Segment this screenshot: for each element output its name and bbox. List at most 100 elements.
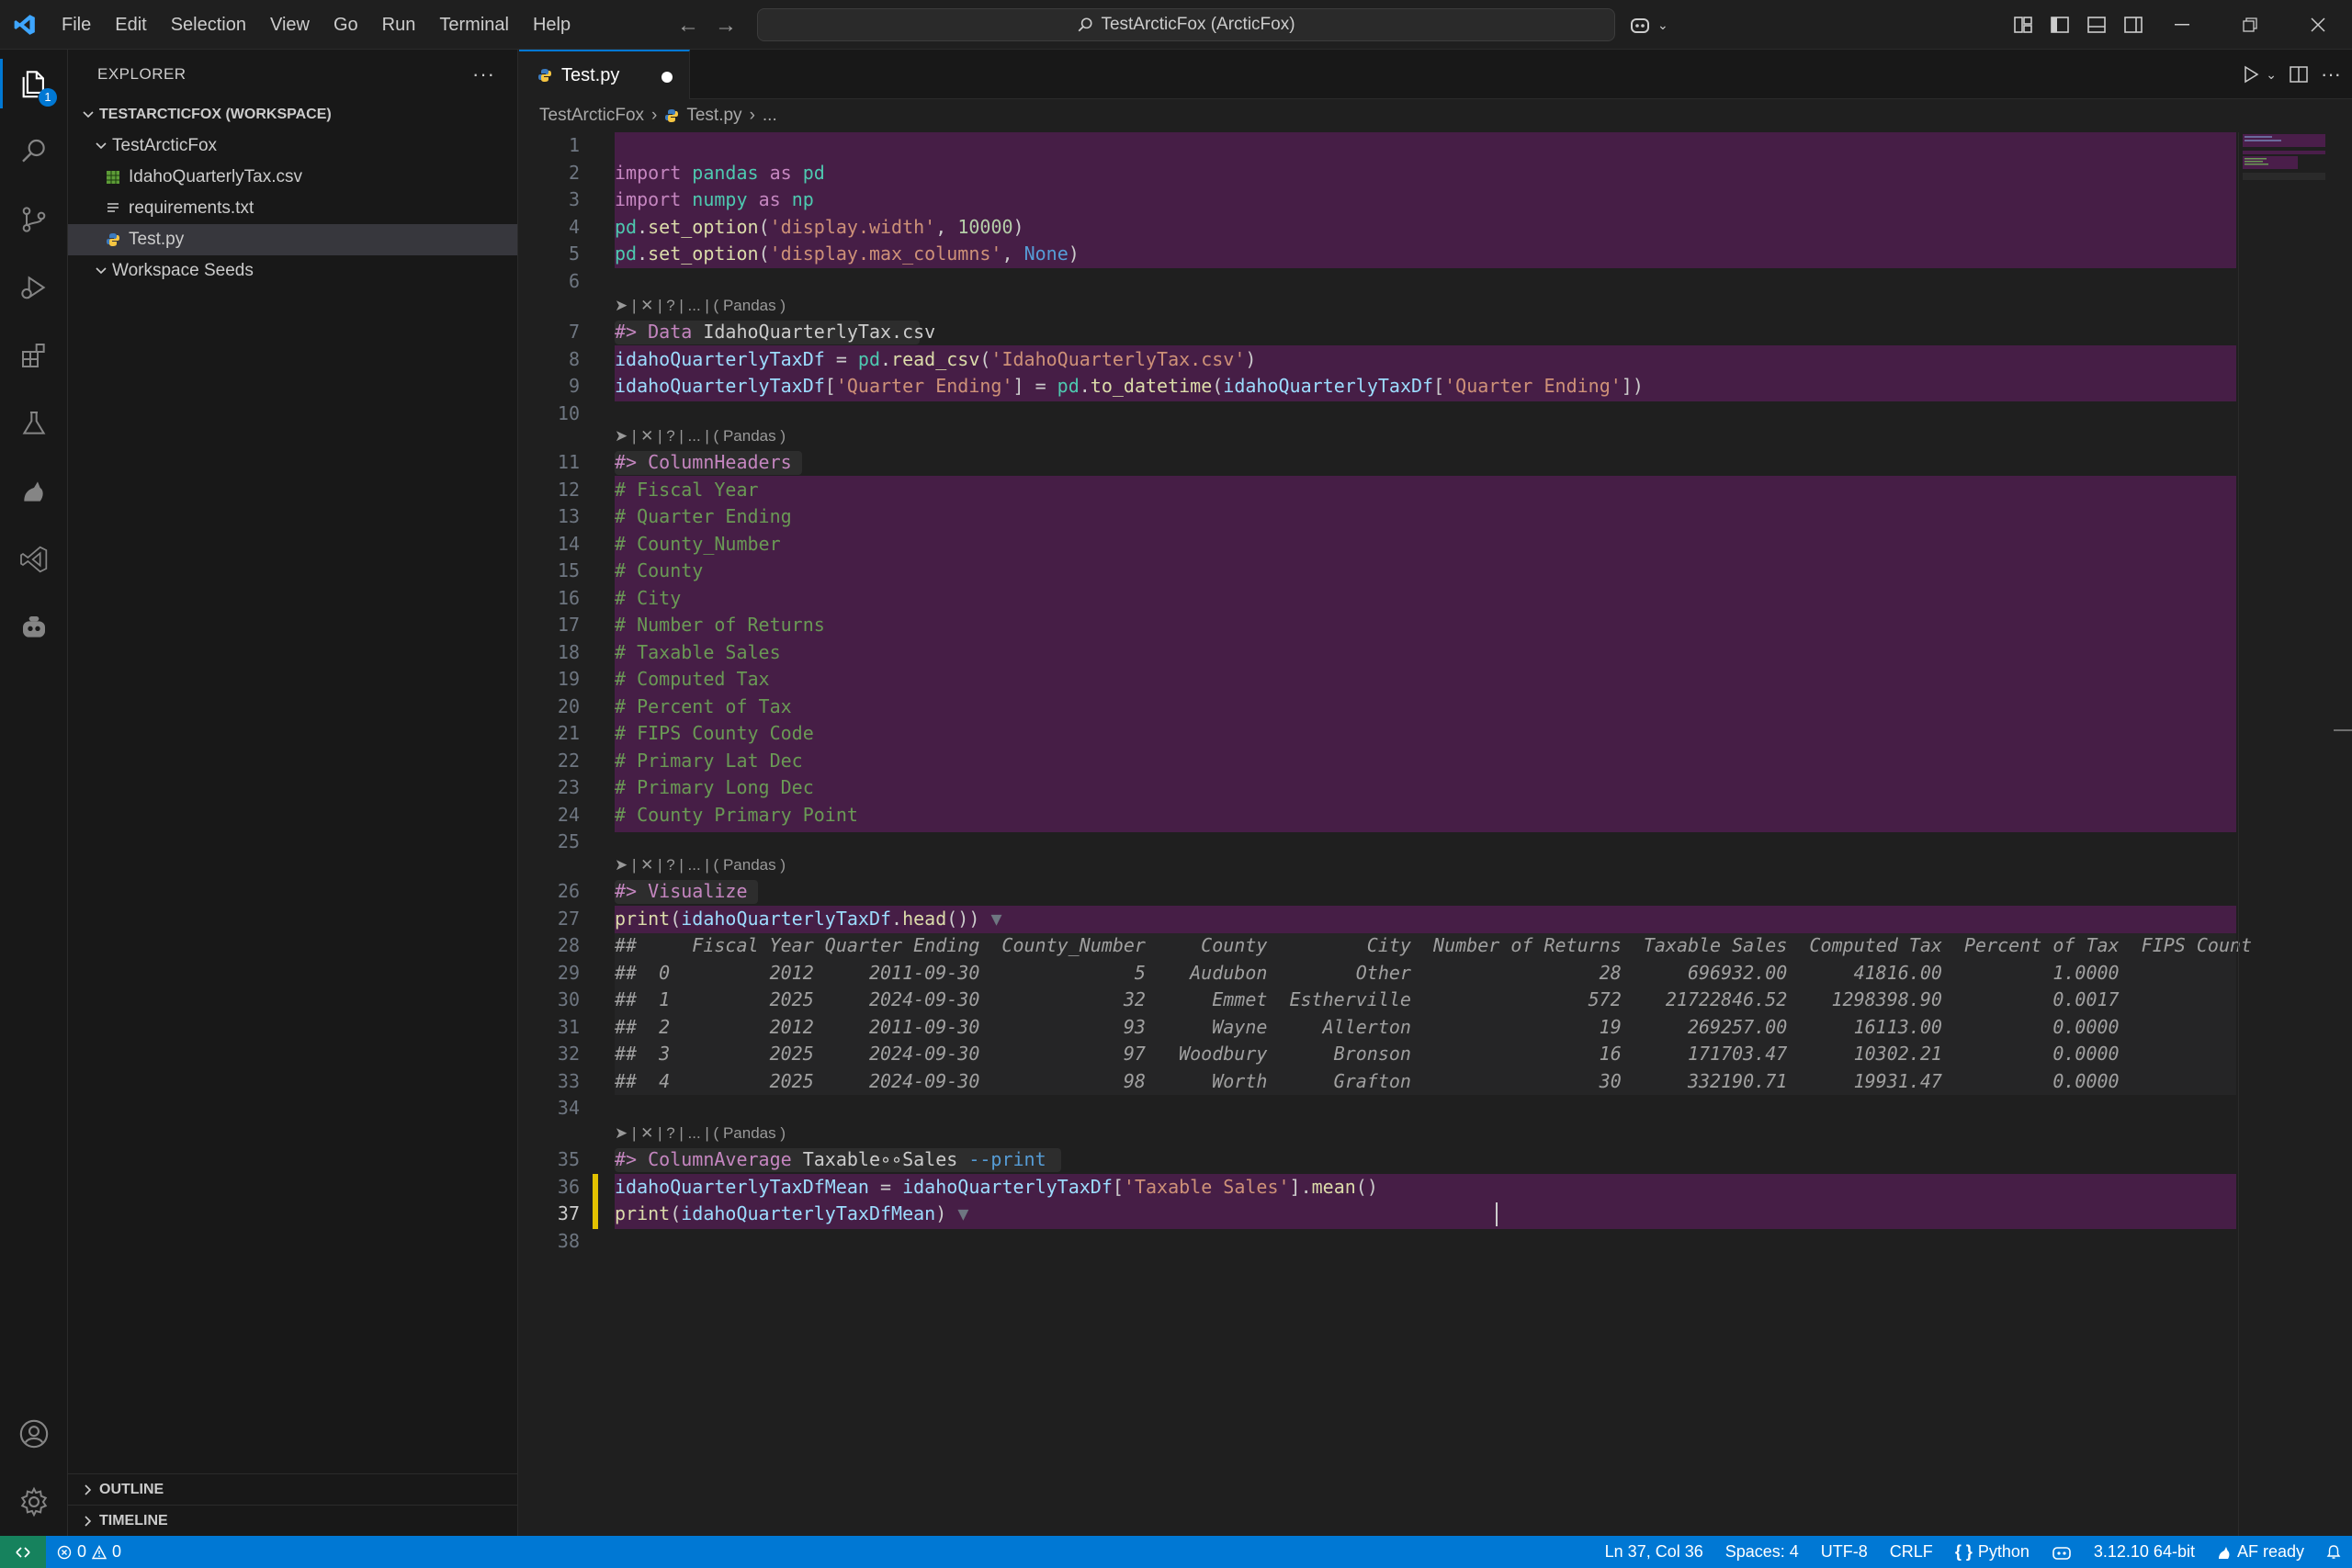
file-idahoquarterlytax-csv[interactable]: IdahoQuarterlyTax.csv [68,162,517,193]
sidebar-title: EXPLORER [97,65,187,83]
extensions-icon[interactable] [0,321,68,389]
folder-testarcticfox[interactable]: TestArcticFox [68,130,517,162]
tab-test-py[interactable]: Test.py [519,50,690,99]
remote-indicator-icon[interactable] [0,1536,46,1568]
cursor-position[interactable]: Ln 37, Col 36 [1594,1542,1714,1562]
breadcrumb-file[interactable]: Test.py [686,106,741,126]
code-line: idahoQuarterlyTaxDf['Quarter Ending'] = … [615,375,1644,397]
output-row: ## 1 2025 2024-09-30 32 Emmet Esthervill… [615,988,2120,1010]
close-window-icon[interactable] [2284,0,2352,50]
breadcrumb-root[interactable]: TestArcticFox [539,106,644,126]
chevron-right-icon [77,1515,99,1528]
chevron-down-icon[interactable]: ⌄ [2266,67,2277,83]
menu-run[interactable]: Run [370,0,428,50]
file-test-py[interactable]: Test.py [68,224,517,255]
restore-icon[interactable] [2216,0,2284,50]
copilot-chat-icon[interactable] [0,593,68,661]
run-debug-icon[interactable] [0,254,68,321]
customize-layout-icon[interactable] [2005,0,2041,50]
arcticfox-status[interactable]: AF ready [2206,1542,2315,1562]
menu-go[interactable]: Go [322,0,370,50]
line-number: 4 [568,215,580,238]
toggle-panel-icon[interactable] [2078,0,2115,50]
folder-label: Workspace Seeds [112,261,254,280]
language-mode[interactable]: { } Python [1944,1542,2041,1562]
minimize-icon[interactable] [2148,0,2216,50]
split-editor-icon[interactable] [2290,65,2308,84]
line-number: 31 [557,1015,580,1038]
line-number: 7 [568,321,580,343]
file-requirements-txt[interactable]: requirements.txt [68,193,517,224]
encoding[interactable]: UTF-8 [1810,1542,1879,1562]
run-python-file-icon[interactable] [2242,65,2260,84]
code-line: idahoQuarterlyTaxDfMean = idahoQuarterly… [615,1175,1378,1198]
code-lens-cell-actions[interactable]: ➤ | ✕ | ? | ... | ( Pandas ) [615,1122,786,1145]
line-number: 28 [557,934,580,956]
warning-icon [92,1544,107,1559]
menu-selection[interactable]: Selection [159,0,258,50]
toggle-secondary-sidebar-icon[interactable] [2115,0,2152,50]
comment-line: # FIPS County Code [615,722,814,744]
testing-flask-icon[interactable] [0,389,68,457]
menu-view[interactable]: View [258,0,322,50]
copilot-icon [1631,18,1649,33]
line-number: 24 [557,803,580,826]
more-actions-icon[interactable]: ··· [2321,62,2341,86]
back-arrow-icon[interactable]: ← [670,13,707,39]
explorer-sidebar: EXPLORER ··· TESTARCTICFOX (WORKSPACE) T… [68,50,518,1536]
search-icon [1079,17,1092,32]
workspace-root[interactable]: TESTARCTICFOX (WORKSPACE) [68,99,517,130]
unsaved-dot-icon[interactable] [662,72,673,83]
notifications-bell-icon[interactable] [2315,1544,2352,1561]
chevron-down-icon: ⌄ [1657,17,1668,32]
folder-label: TestArcticFox [112,136,218,155]
menu-file[interactable]: File [50,0,103,50]
code-lens-cell-actions[interactable]: ➤ | ✕ | ? | ... | ( Pandas ) [615,294,786,318]
problems-indicator[interactable]: 0 0 [46,1542,132,1562]
line-number: 26 [557,880,580,902]
error-count: 0 [77,1542,87,1561]
menu-terminal[interactable]: Terminal [427,0,521,50]
output-row: ## 3 2025 2024-09-30 97 Woodbury Bronson… [615,1043,2120,1065]
end-of-line[interactable]: CRLF [1879,1542,1944,1562]
line-number: 21 [557,722,580,744]
minimap[interactable] [2238,132,2330,1536]
code-line: pd.set_option('display.max_columns', Non… [615,243,1080,265]
indentation[interactable]: Spaces: 4 [1714,1542,1810,1562]
timeline-section[interactable]: TIMELINE [68,1505,518,1536]
code-lens-cell-actions[interactable]: ➤ | ✕ | ? | ... | ( Pandas ) [615,853,786,877]
folder-workspace-seeds[interactable]: Workspace Seeds [68,255,517,287]
more-actions-icon[interactable]: ··· [472,62,495,86]
code-editor[interactable]: 1 2 3 4 5 6 7 8 9 10 11 12 13 14 15 16 1… [519,132,2352,1536]
line-number: 2 [568,161,580,184]
menu-help[interactable]: Help [521,0,582,50]
python-interpreter[interactable]: 3.12.10 64-bit [2083,1542,2206,1562]
accounts-icon[interactable] [0,1400,68,1468]
forward-arrow-icon[interactable]: → [707,13,744,39]
explorer-icon[interactable]: 1 [0,50,68,118]
vscode-logo-icon [0,0,50,50]
visual-studio-icon[interactable] [0,525,68,593]
editor-scrollbar[interactable] [2330,132,2352,1536]
toggle-primary-sidebar-icon[interactable] [2041,0,2078,50]
source-control-icon[interactable] [0,186,68,254]
breadcrumb-more[interactable]: ... [763,106,777,126]
chevron-right-icon: › [651,106,658,125]
copilot-status[interactable] [2041,1544,2083,1561]
line-number: 15 [557,559,580,581]
python-file-icon [665,109,679,122]
copilot-menu[interactable]: ⌄ [1630,0,1668,50]
line-number: 27 [557,907,580,930]
arcticfox-icon[interactable] [0,457,68,525]
text-cursor [1496,1202,1498,1226]
outline-section[interactable]: OUTLINE [68,1473,518,1505]
line-number: 13 [557,505,580,527]
search-icon[interactable] [0,118,68,186]
code-lens-cell-actions[interactable]: ➤ | ✕ | ? | ... | ( Pandas ) [615,424,786,448]
activity-bar: 1 [0,50,68,1536]
output-row: ## 0 2012 2011-09-30 5 Audubon Other 28 … [615,961,2120,984]
menu-edit[interactable]: Edit [103,0,158,50]
settings-gear-icon[interactable] [0,1468,68,1536]
warning-count: 0 [112,1542,122,1561]
command-center-search[interactable]: TestArcticFox (ArcticFox) [757,8,1615,41]
